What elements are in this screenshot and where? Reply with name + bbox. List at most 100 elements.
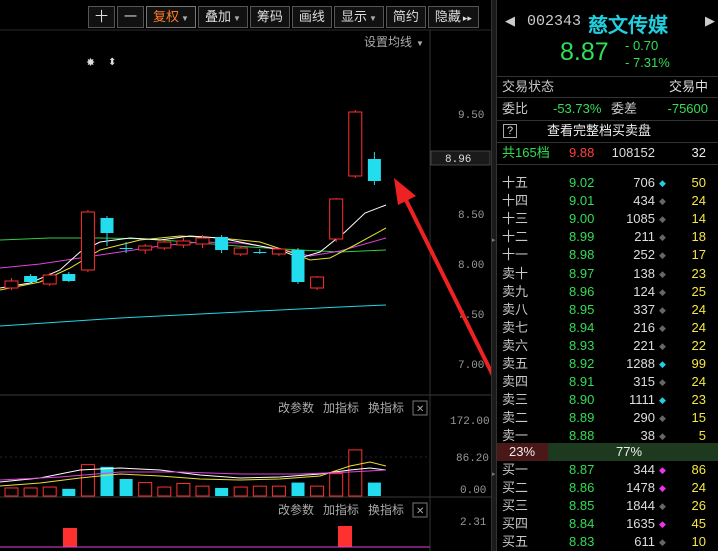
- level-dot-icon: ◆: [659, 519, 666, 530]
- ask-level-row[interactable]: 十一 8.98 252 ◆ 17: [497, 246, 718, 264]
- candle-body: [367, 159, 381, 181]
- change-params-button[interactable]: 改参数: [278, 502, 314, 517]
- candle-body: [62, 274, 76, 281]
- level-dot-icon: ◆: [659, 322, 666, 333]
- kline-chart-area[interactable]: 十 一 复权 ▼ 叠加 ▼ 筹码 画线 显示 ▼ 简约 隐藏 ▸▸ 设置均线 ▼ ✸ ⬍…: [0, 0, 491, 551]
- level-order-count: 14: [691, 211, 706, 227]
- candle-body: [100, 218, 114, 233]
- level-volume: 1478: [626, 480, 655, 496]
- volume-bar: [215, 487, 229, 496]
- level-dot-icon: ◆: [659, 359, 666, 369]
- grip-icon: ▸: [492, 237, 496, 244]
- stock-name: 慈文传媒: [588, 15, 668, 37]
- help-icon[interactable]: ?: [503, 124, 517, 138]
- bid-level-row[interactable]: 买五 8.83 611 ◆ 10: [497, 533, 718, 551]
- ask-level-row[interactable]: 卖二 8.89 290 ◆ 15: [497, 409, 718, 427]
- level-dot-icon: ◆: [659, 232, 666, 243]
- level-order-count: 24: [691, 319, 706, 335]
- level-label: 买五: [502, 534, 529, 550]
- level-order-count: 23: [691, 392, 706, 408]
- ask-level-row[interactable]: 卖七 8.94 216 ◆ 24: [497, 319, 718, 337]
- change-params-button[interactable]: 改参数: [278, 400, 314, 415]
- candle-body: [119, 248, 133, 249]
- level-price: 8.97: [569, 265, 595, 281]
- add-indicator-button[interactable]: 加指标: [323, 502, 359, 517]
- level-order-count: 24: [691, 193, 706, 209]
- volume-bar: [291, 482, 305, 496]
- level-price: 8.94: [569, 319, 595, 335]
- candle-body: [233, 247, 248, 255]
- sparkle-marker-icon: ✸: [86, 56, 95, 69]
- bid-level-row[interactable]: 买一 8.87 344 ◆ 86: [497, 461, 718, 479]
- swap-indicator-button[interactable]: 换指标: [368, 502, 404, 517]
- ask-level-row[interactable]: 卖六 8.93 221 ◆ 22: [497, 337, 718, 355]
- level-label: 卖三: [502, 392, 529, 408]
- level-label: 十五: [502, 175, 529, 190]
- ask-level-row[interactable]: 十二 8.99 211 ◆ 18: [497, 228, 718, 246]
- divider-line: [497, 142, 718, 143]
- ask-level-row[interactable]: 卖三 8.90 1111 ◆ 23: [497, 391, 718, 409]
- ask-level-row[interactable]: 十四 9.01 434 ◆ 24: [497, 192, 718, 210]
- ask-level-row[interactable]: 卖四 8.91 315 ◆ 24: [497, 373, 718, 391]
- level-volume: 315: [633, 374, 655, 390]
- bid-level-row[interactable]: 买四 8.84 1635 ◆ 45: [497, 515, 718, 533]
- ask-level-row[interactable]: 卖五 8.92 1288 ◆ 99: [497, 355, 718, 373]
- level-label: 卖四: [502, 374, 529, 390]
- full-book-link[interactable]: 查看完整档买卖盘: [547, 122, 651, 140]
- level-price: 8.86: [569, 480, 595, 496]
- updown-marker-icon: ⬍: [108, 57, 116, 68]
- vol-ma-white: [0, 467, 387, 483]
- ask-level-row[interactable]: 十五 9.02 706 ◆ 50: [497, 174, 718, 192]
- level-price: 8.85: [569, 498, 595, 514]
- price-change-pct: - 7.31%: [625, 55, 670, 70]
- level-label: 买四: [502, 516, 529, 532]
- level-price: 8.93: [569, 337, 595, 353]
- total-levels-vol: 108152: [611, 145, 655, 160]
- bid-level-row[interactable]: 买三 8.85 1844 ◆ 26: [497, 497, 718, 515]
- ask-level-row[interactable]: 卖十 8.97 138 ◆ 23: [497, 265, 718, 283]
- level-label: 卖五: [502, 356, 529, 371]
- total-levels-count: 32: [691, 145, 706, 160]
- add-indicator-button[interactable]: 加指标: [323, 400, 359, 415]
- ma-line-long: [0, 304, 387, 327]
- level-order-count: 45: [691, 516, 706, 532]
- swap-indicator-button[interactable]: 换指标: [368, 400, 404, 415]
- volume-bar: [271, 485, 286, 497]
- level-order-count: 10: [691, 534, 706, 550]
- caret-down-icon: ▼: [416, 39, 424, 48]
- prev-stock-button[interactable]: ◀: [505, 13, 515, 29]
- status-row: 交易状态 交易中: [497, 78, 718, 96]
- volume-bar: [42, 486, 57, 497]
- next-stock-button[interactable]: ▶: [705, 13, 715, 29]
- level-label: 买二: [502, 480, 529, 496]
- price-tick: 9.50: [458, 110, 484, 122]
- quote-panel: ◀ 002343 慈文传媒 ▶ 8.87 - 0.70 - 7.31% 交易状态…: [497, 0, 718, 551]
- level-price: 8.84: [569, 516, 595, 532]
- ask-level-row[interactable]: 卖九 8.96 124 ◆ 25: [497, 283, 718, 301]
- level-price: 8.95: [569, 301, 595, 317]
- level-volume: 337: [633, 301, 655, 317]
- level-order-count: 99: [691, 356, 706, 371]
- level-label: 买一: [502, 462, 529, 477]
- bid-level-row[interactable]: 买二 8.86 1478 ◆ 24: [497, 479, 718, 497]
- level-volume: 290: [633, 410, 655, 426]
- current-price: 8.87: [560, 38, 609, 66]
- full-book-row[interactable]: ? 查看完整档买卖盘: [497, 122, 718, 140]
- vol-tick: 0.00: [460, 485, 486, 497]
- level-label: 十二: [502, 229, 529, 245]
- set-ma-link[interactable]: 设置均线: [364, 35, 412, 49]
- level-order-count: 86: [691, 462, 706, 477]
- level-dot-icon: ◆: [659, 537, 666, 548]
- level-volume: 216: [633, 319, 655, 335]
- ask-level-row[interactable]: 十三 9.00 1085 ◆ 14: [497, 210, 718, 228]
- price-tick: 8.00: [458, 260, 484, 272]
- level-price: 8.98: [569, 247, 595, 263]
- level-volume: 344: [633, 462, 655, 477]
- total-levels-price: 9.88: [569, 145, 595, 160]
- level-price: 8.87: [569, 462, 595, 477]
- ask-level-row[interactable]: 卖八 8.95 337 ◆ 24: [497, 301, 718, 319]
- weicha-label: 委差: [611, 101, 638, 116]
- weibi-label: 委比: [502, 101, 529, 116]
- level-label: 十一: [502, 247, 529, 263]
- level-volume: 434: [633, 193, 655, 209]
